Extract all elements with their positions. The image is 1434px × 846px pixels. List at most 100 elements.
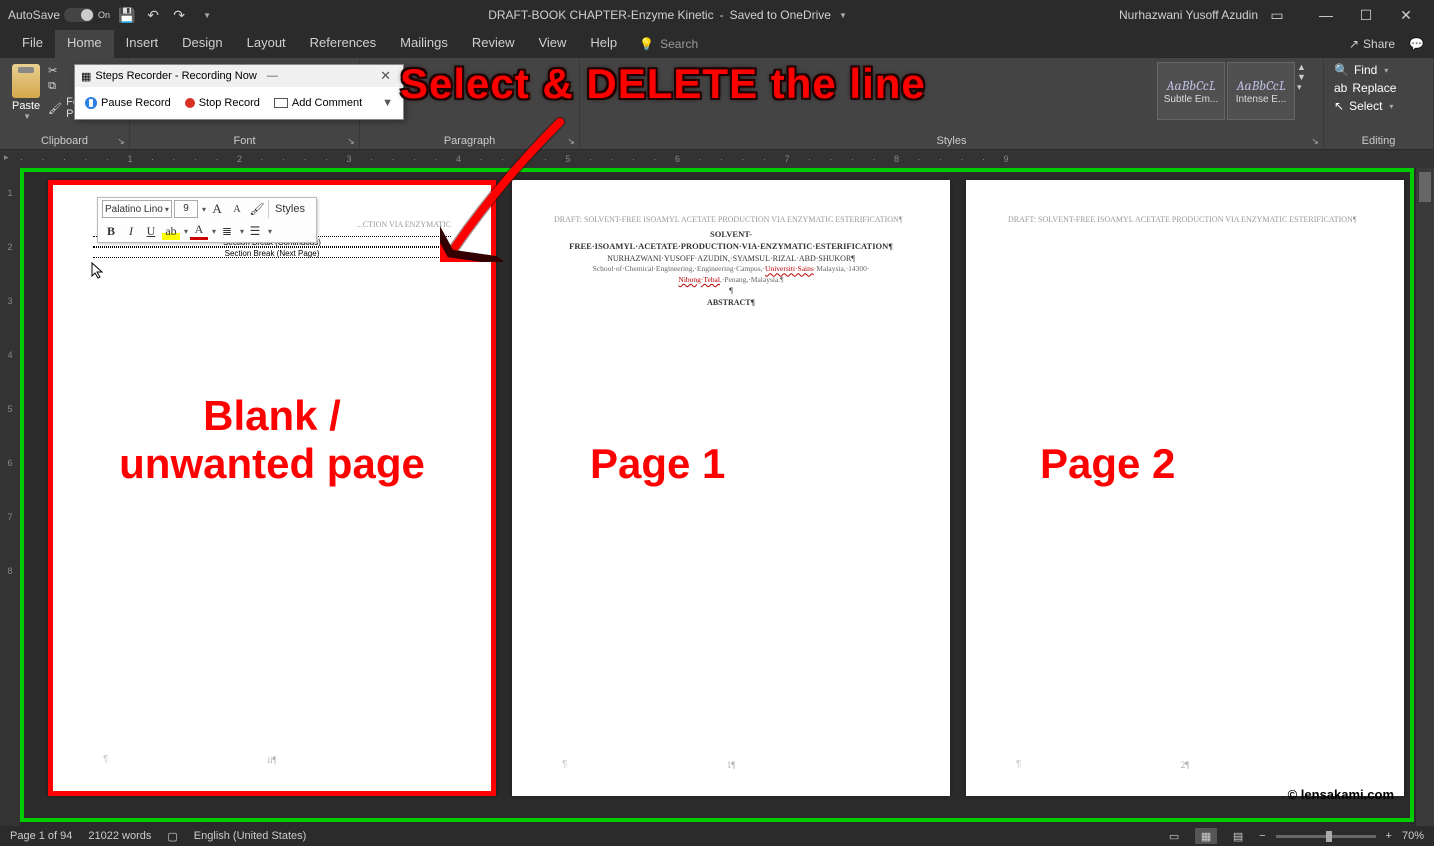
page-1[interactable]: DRAFT: SOLVENT-FREE ISOAMYL ACETATE PROD…	[512, 180, 950, 796]
zoom-out-button[interactable]: −	[1259, 830, 1265, 842]
maximize-button[interactable]: ☐	[1346, 0, 1386, 30]
paragraph-mark: ¶	[562, 759, 567, 770]
tab-design[interactable]: Design	[170, 30, 234, 58]
font-color-icon[interactable]: A	[190, 222, 208, 240]
tab-insert[interactable]: Insert	[114, 30, 171, 58]
stop-record-button[interactable]: Stop Record	[185, 97, 260, 109]
scrollbar-thumb[interactable]	[1419, 172, 1431, 202]
search-placeholder: Search	[660, 37, 698, 51]
editing-group-label: Editing	[1330, 133, 1427, 147]
comment-icon: 💬	[1409, 37, 1424, 51]
close-window-button[interactable]: ✕	[1386, 0, 1426, 30]
tab-review[interactable]: Review	[460, 30, 527, 58]
share-icon: ↗	[1349, 37, 1359, 51]
styles-launcher[interactable]: ↘	[1309, 135, 1321, 147]
sr-menu-icon[interactable]: ▼	[382, 97, 393, 109]
clipboard-launcher[interactable]: ↘	[115, 135, 127, 147]
page-2[interactable]: DRAFT: SOLVENT-FREE ISOAMYL ACETATE PROD…	[966, 180, 1404, 796]
add-comment-button[interactable]: Add Comment	[274, 97, 362, 109]
add-comment-icon	[274, 98, 288, 108]
save-status: Saved to OneDrive	[730, 8, 831, 22]
select-button[interactable]: ↖Select▾	[1330, 98, 1400, 114]
tab-home[interactable]: Home	[55, 30, 114, 58]
styles-gallery[interactable]: AaBbCcL Subtle Em... AaBbCcL Intense E..…	[1157, 62, 1313, 126]
styles-group-label: Styles	[586, 133, 1317, 147]
paragraph-launcher[interactable]: ↘	[565, 135, 577, 147]
tab-layout[interactable]: Layout	[235, 30, 298, 58]
styles-more-icon[interactable]: ▲▼▾	[1297, 62, 1313, 93]
paste-button[interactable]: Paste ▼	[6, 62, 46, 123]
view-read-mode-icon[interactable]: ▭	[1163, 828, 1185, 844]
format-painter-mini-icon[interactable]: 🖌	[248, 200, 266, 218]
pause-record-button[interactable]: Pause Record	[85, 97, 171, 109]
sr-close-button[interactable]: ✕	[374, 68, 397, 84]
underline-icon[interactable]: U	[142, 222, 160, 240]
page1-footer: 1¶	[512, 760, 950, 770]
highlight-icon[interactable]: ab	[162, 222, 180, 240]
steps-recorder-window[interactable]: ▦ Steps Recorder - Recording Now — ✕ Pau…	[74, 64, 404, 120]
grow-font-icon[interactable]: A	[208, 200, 226, 218]
mini-size-combo[interactable]: 9	[174, 200, 198, 218]
mini-font-combo[interactable]: Palatino Lino▾	[102, 200, 172, 218]
tell-me-search[interactable]: 💡 Search	[629, 30, 708, 58]
mini-styles-button[interactable]: Styles	[268, 200, 311, 218]
spell-check-icon[interactable]: ▢	[167, 830, 177, 843]
title-dropdown-icon[interactable]: ▼	[839, 11, 847, 20]
bold-icon[interactable]: B	[102, 222, 120, 240]
zoom-level[interactable]: 70%	[1402, 830, 1424, 842]
document-canvas[interactable]: Palatino Lino▾ 9 ▾ A A 🖌 Styles B I U ab…	[20, 168, 1414, 826]
page-indicator[interactable]: Page 1 of 94	[10, 830, 72, 842]
status-bar: Page 1 of 94 21022 words ▢ English (Unit…	[0, 826, 1434, 846]
comments-button[interactable]: 💬	[1409, 37, 1424, 51]
tab-file[interactable]: File	[10, 30, 55, 58]
tab-mailings[interactable]: Mailings	[388, 30, 460, 58]
word-count[interactable]: 21022 words	[88, 830, 151, 842]
document-title: DRAFT-BOOK CHAPTER-Enzyme Kinetic - Save…	[216, 8, 1119, 22]
redo-icon[interactable]: ↷	[170, 6, 188, 24]
italic-icon[interactable]: I	[122, 222, 140, 240]
shrink-font-icon[interactable]: A	[228, 200, 246, 218]
numbering-icon[interactable]: ☰	[246, 222, 264, 240]
bullets-icon[interactable]: ≣	[218, 222, 236, 240]
section-break-next-page[interactable]: Section Break (Next Page)	[93, 247, 451, 258]
font-launcher[interactable]: ↘	[345, 135, 357, 147]
paragraph-mark: ¶	[1016, 759, 1021, 770]
page1-title: SOLVENT-FREE·ISOAMYL·ACETATE·PRODUCTION·…	[554, 229, 908, 253]
autosave-label: AutoSave	[8, 8, 60, 22]
blank-page-footer: ii¶	[53, 755, 491, 765]
user-name[interactable]: Nurhazwani Yusoff Azudin	[1119, 8, 1258, 22]
style-intense-emphasis[interactable]: AaBbCcL Intense E...	[1227, 62, 1295, 120]
language-indicator[interactable]: English (United States)	[194, 830, 307, 842]
cut-icon: ✂	[48, 64, 57, 77]
autosave-state: On	[98, 10, 110, 20]
tab-references[interactable]: References	[298, 30, 388, 58]
horizontal-ruler[interactable]: ▸ · · · · · 1 · · · · 2 · · · · 3 · · · …	[0, 150, 1434, 168]
page2-footer: 2¶	[966, 760, 1404, 770]
vertical-ruler[interactable]: 12345678	[0, 168, 20, 826]
find-button[interactable]: 🔍Find▾	[1330, 62, 1400, 78]
sr-minimize-button[interactable]: —	[261, 70, 284, 82]
page-blank[interactable]: Palatino Lino▾ 9 ▾ A A 🖌 Styles B I U ab…	[48, 180, 496, 796]
minimize-button[interactable]: —	[1306, 0, 1346, 30]
tab-help[interactable]: Help	[578, 30, 629, 58]
view-print-layout-icon[interactable]: ▦	[1195, 828, 1217, 844]
undo-icon[interactable]: ↶	[144, 6, 162, 24]
replace-button[interactable]: abReplace	[1330, 80, 1400, 96]
zoom-slider[interactable]	[1276, 835, 1376, 838]
qat-dropdown-icon[interactable]: ▼	[198, 6, 216, 24]
autosave-toggle[interactable]: AutoSave On	[8, 8, 110, 22]
save-icon[interactable]: 💾	[118, 6, 136, 24]
mouse-cursor-icon	[90, 261, 106, 282]
zoom-in-button[interactable]: +	[1386, 830, 1392, 842]
share-button[interactable]: ↗ Share	[1349, 37, 1395, 51]
search-icon: 💡	[639, 37, 654, 51]
mini-toolbar[interactable]: Palatino Lino▾ 9 ▾ A A 🖌 Styles B I U ab…	[97, 197, 317, 243]
tab-view[interactable]: View	[526, 30, 578, 58]
page1-header: DRAFT: SOLVENT-FREE ISOAMYL ACETATE PROD…	[512, 180, 950, 229]
steps-recorder-title: Steps Recorder - Recording Now	[95, 70, 256, 82]
style-subtle-emphasis[interactable]: AaBbCcL Subtle Em...	[1157, 62, 1225, 120]
view-web-layout-icon[interactable]: ▤	[1227, 828, 1249, 844]
vertical-scrollbar[interactable]	[1416, 168, 1434, 826]
ribbon-display-icon[interactable]: ▭	[1268, 6, 1286, 24]
page1-abstract-heading: ABSTRACT¶	[554, 297, 908, 308]
